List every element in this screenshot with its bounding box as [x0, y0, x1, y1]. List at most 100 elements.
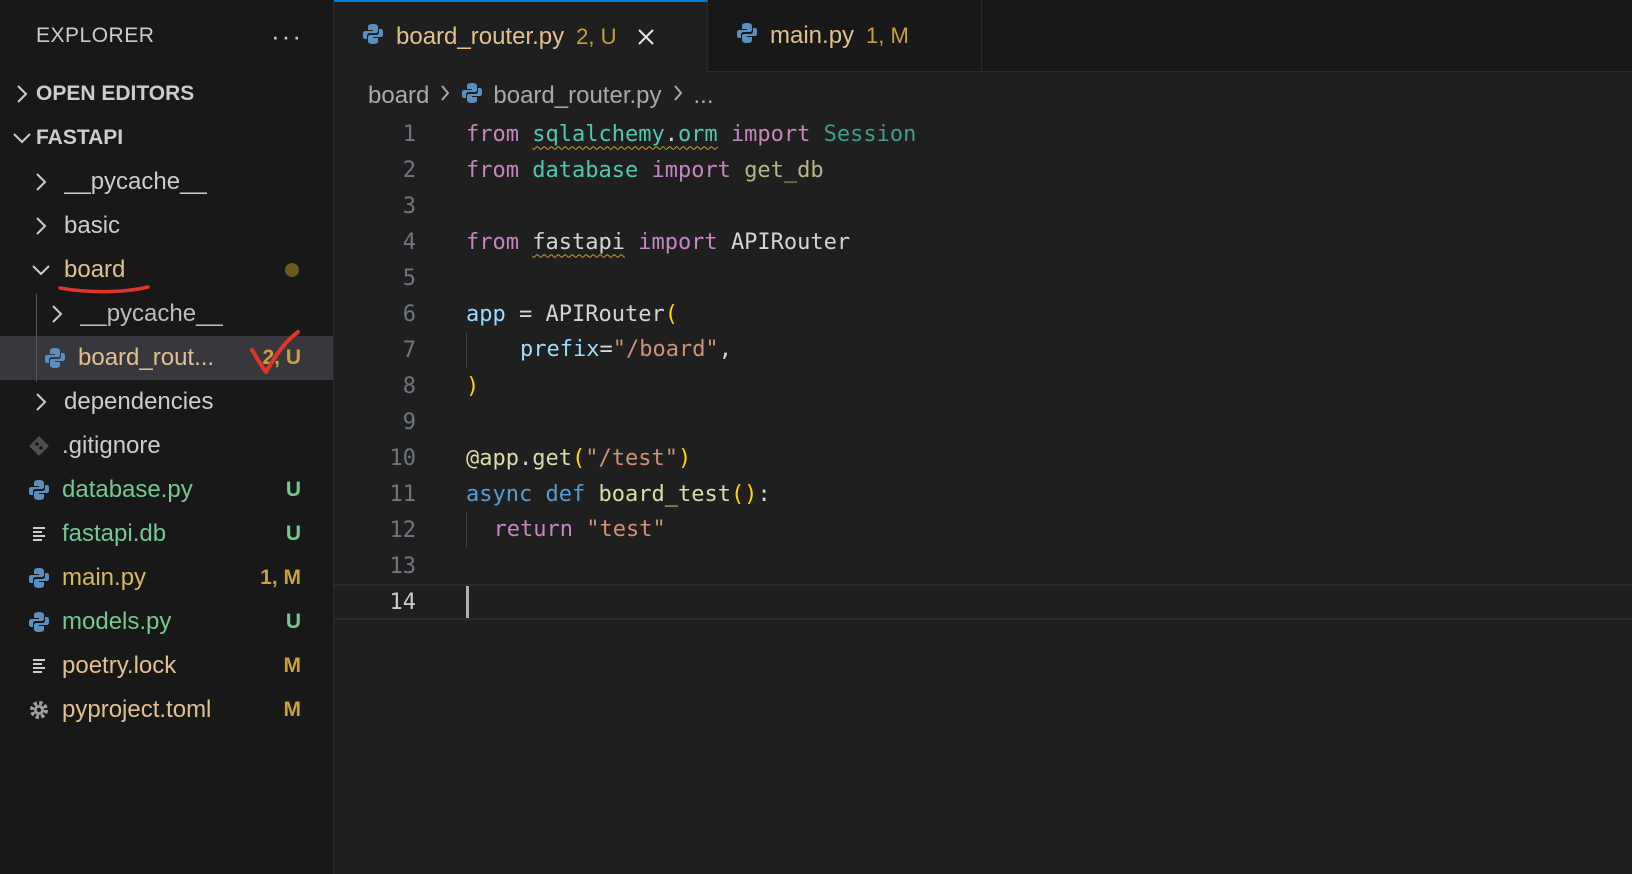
explorer-sidebar: EXPLORER ··· OPEN EDITORS FASTAPI __pyca… [0, 0, 334, 874]
code-line: 12 return "test" [334, 512, 1632, 548]
modified-dot-icon [285, 263, 299, 277]
tab-label: main.py [770, 22, 855, 49]
code-text: @app.get("/test") [466, 445, 692, 471]
tab-board-router[interactable]: board_router.py 2, U [334, 0, 708, 72]
code-text: from database import get_db [466, 157, 824, 183]
tree-file-database[interactable]: database.py U [0, 468, 333, 512]
code-text: return "test" [466, 512, 666, 548]
code-line: 3 [334, 188, 1632, 224]
code-line: 2 from database import get_db [334, 152, 1632, 188]
code-line: 13 [334, 548, 1632, 584]
python-file-icon [736, 22, 758, 51]
line-number: 9 [402, 409, 416, 435]
code-text: async def board_test(): [466, 481, 771, 507]
line-number: 14 [389, 589, 417, 615]
tree-file-main[interactable]: main.py 1, M [0, 556, 333, 600]
git-status-badge: 1, M [260, 566, 301, 589]
code-text: prefix="/board", [466, 332, 732, 368]
git-status-badge: U [285, 522, 301, 545]
tree-file-poetry-lock[interactable]: poetry.lock M [0, 644, 333, 688]
code-text: from fastapi import APIRouter [466, 229, 851, 255]
code-line: 8 ) [334, 368, 1632, 404]
line-number: 13 [389, 553, 417, 579]
python-file-icon [26, 611, 52, 633]
tree-file-fastapi-db[interactable]: fastapi.db U [0, 512, 333, 556]
chevron-right-icon [44, 304, 70, 324]
tree-item-label: database.py [62, 476, 193, 503]
git-status-badge: U [285, 478, 301, 501]
line-number: 4 [402, 229, 416, 255]
tree-item-label: pyproject.toml [62, 696, 212, 723]
tree-item-label: main.py [62, 564, 147, 591]
close-icon[interactable] [636, 27, 656, 47]
tree-item-label: __pycache__ [80, 300, 223, 327]
explorer-header: EXPLORER ··· [0, 0, 333, 72]
code-text: app = APIRouter( [466, 301, 678, 327]
tree-item-label: basic [64, 212, 121, 239]
line-number: 7 [402, 337, 416, 363]
chevron-right-icon [8, 84, 36, 104]
git-status-badge: 2, U [262, 346, 301, 369]
tree-file-board-router[interactable]: board_rout... 2, U [0, 336, 333, 380]
git-status-badge: U [285, 610, 301, 633]
code-line: 9 [334, 404, 1632, 440]
tree-file-pyproject[interactable]: pyproject.toml M [0, 688, 333, 732]
code-line: 7 prefix="/board", [334, 332, 1632, 368]
tree-item-label: fastapi.db [62, 520, 167, 547]
git-file-icon [26, 435, 52, 457]
tree-folder-board[interactable]: board [0, 248, 333, 292]
tree-item-label: board_rout... [78, 344, 215, 371]
chevron-right-icon [28, 172, 54, 192]
gear-icon [26, 698, 52, 722]
chevron-down-icon [28, 263, 54, 277]
line-number: 8 [402, 373, 416, 399]
text-file-icon [26, 523, 52, 545]
open-editors-label: OPEN EDITORS [36, 82, 195, 105]
git-status-badge: M [283, 654, 302, 677]
breadcrumb-folder[interactable]: board [368, 82, 429, 110]
breadcrumb-file[interactable]: board_router.py [461, 82, 662, 111]
python-file-icon [362, 23, 384, 52]
tab-label: board_router.py [396, 23, 565, 50]
python-file-icon [26, 479, 52, 501]
file-tree: __pycache__ basic board __pycache__ boar… [0, 160, 333, 732]
code-text [466, 586, 469, 618]
line-number: 10 [389, 445, 417, 471]
code-editor[interactable]: 1 from sqlalchemy.orm import Session 2 f… [334, 116, 1632, 620]
open-editors-section[interactable]: OPEN EDITORS [0, 72, 333, 116]
tree-item-label: poetry.lock [62, 652, 177, 679]
breadcrumb-symbol[interactable]: ... [694, 82, 714, 110]
line-number: 1 [402, 121, 416, 147]
tree-item-label: .gitignore [62, 432, 161, 459]
code-text: ) [466, 373, 480, 399]
tree-folder-dependencies[interactable]: dependencies [0, 380, 333, 424]
more-actions-icon[interactable]: ··· [271, 23, 303, 49]
tab-bar: board_router.py 2, U main.py 1, M [334, 0, 1632, 72]
project-section[interactable]: FASTAPI [0, 116, 333, 160]
tree-item-label: dependencies [64, 388, 214, 415]
tree-item-label: board [64, 256, 126, 283]
chevron-right-icon [28, 216, 54, 236]
tree-folder-pycache[interactable]: __pycache__ [0, 160, 333, 204]
line-number: 12 [389, 517, 417, 543]
chevron-right-icon [28, 392, 54, 412]
git-status-badge: M [283, 698, 302, 721]
code-line: 5 [334, 260, 1632, 296]
code-line: 11 async def board_test(): [334, 476, 1632, 512]
tab-main[interactable]: main.py 1, M [708, 0, 982, 72]
code-text: from sqlalchemy.orm import Session [466, 121, 917, 147]
tree-folder-basic[interactable]: basic [0, 204, 333, 248]
indent-guide [36, 294, 37, 382]
python-file-icon [42, 347, 68, 369]
tab-status: 1, M [866, 23, 909, 48]
tree-item-label: __pycache__ [64, 168, 207, 195]
tree-file-models[interactable]: models.py U [0, 600, 333, 644]
line-number: 5 [402, 265, 416, 291]
line-number: 3 [402, 193, 416, 219]
tree-folder-board-pycache[interactable]: __pycache__ [0, 292, 333, 336]
editor-area: board_router.py 2, U main.py 1, M board … [334, 0, 1632, 874]
chevron-right-icon [439, 84, 451, 108]
code-line-current: 14 [334, 584, 1632, 620]
tree-file-gitignore[interactable]: .gitignore [0, 424, 333, 468]
breadcrumb-file-label: board_router.py [493, 82, 662, 109]
